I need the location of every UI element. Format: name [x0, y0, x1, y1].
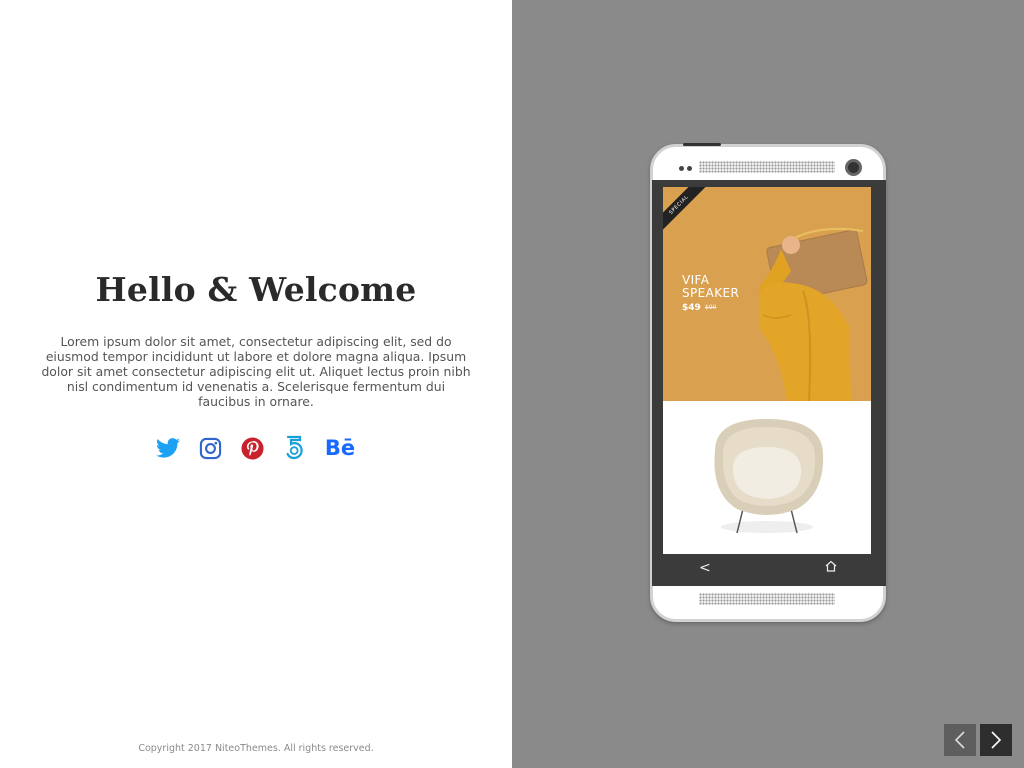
intro-description: Lorem ipsum dolor sit amet, consectetur …: [41, 334, 471, 409]
page-title: Hello & Welcome: [95, 270, 417, 309]
sensor-dots: [679, 166, 692, 171]
product-old-price: $90: [705, 304, 717, 311]
chair-product-card[interactable]: [663, 401, 871, 554]
copyright-text: Copyright 2017 NiteoThemes. All rights r…: [138, 743, 374, 754]
phone-nav-bar: <: [652, 554, 884, 584]
500px-icon[interactable]: [282, 434, 306, 462]
front-camera-icon: [845, 159, 862, 176]
twitter-icon[interactable]: [156, 434, 180, 462]
phone-back-button[interactable]: <: [699, 560, 711, 576]
product-name: VIFA SPEAKER: [682, 273, 740, 300]
slider-next-button[interactable]: [980, 724, 1012, 756]
power-button: [683, 143, 721, 146]
home-icon[interactable]: [825, 559, 837, 577]
intro-panel: Hello & Welcome Lorem ipsum dolor sit am…: [0, 0, 512, 768]
product-price: $49: [682, 303, 701, 313]
social-links: Bē: [0, 434, 512, 462]
earpiece-grille: [699, 161, 835, 173]
instagram-icon[interactable]: [198, 434, 222, 462]
product-hero[interactable]: SPECIAL VIFA SPEAKER $49 $90: [663, 187, 871, 401]
preview-panel: SPECIAL VIFA SPEAKER $49 $90 <: [512, 0, 1024, 768]
pinterest-icon[interactable]: [240, 434, 264, 462]
phone-screen: SPECIAL VIFA SPEAKER $49 $90: [663, 187, 871, 554]
speaker-grille: [699, 593, 835, 605]
chair-illustration: [663, 401, 871, 554]
behance-icon[interactable]: Bē: [324, 434, 356, 462]
chevron-left-icon: [954, 731, 965, 749]
chevron-right-icon: [991, 731, 1002, 749]
slider-prev-button[interactable]: [944, 724, 976, 756]
phone-mockup: SPECIAL VIFA SPEAKER $49 $90 <: [650, 143, 886, 622]
phone-bezel: SPECIAL VIFA SPEAKER $49 $90 <: [652, 180, 886, 586]
